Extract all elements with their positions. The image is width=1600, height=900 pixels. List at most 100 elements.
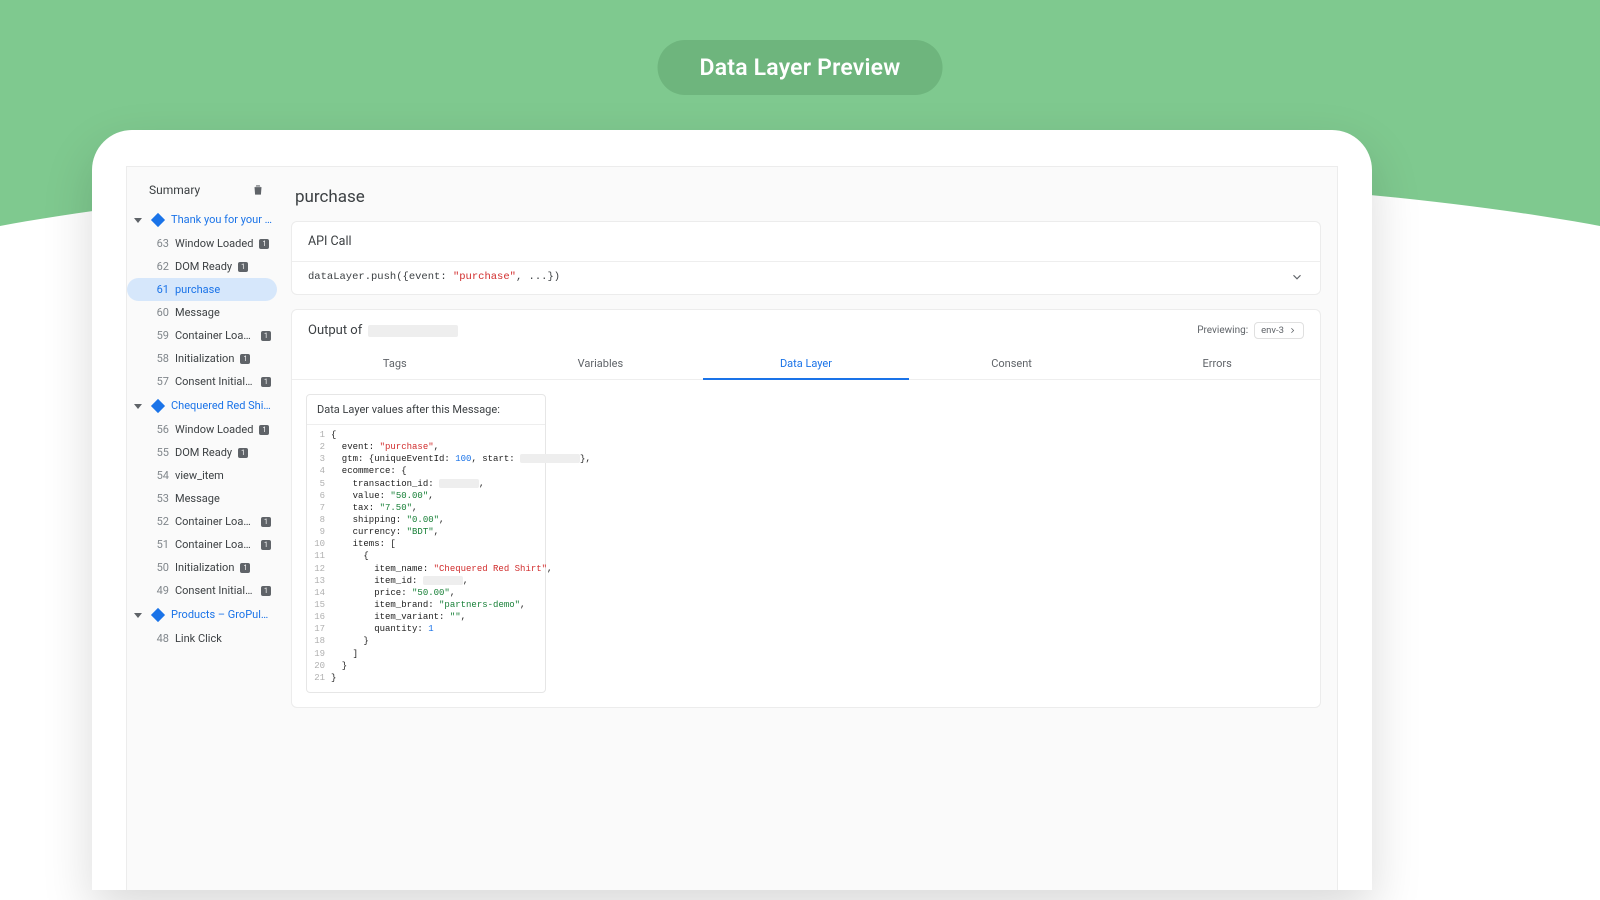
caret-down-icon — [133, 610, 143, 620]
clear-icon[interactable] — [251, 183, 265, 197]
code-line: 12 item_name: "Chequered Red Shirt", — [309, 563, 539, 575]
device-frame: Summary Thank you for your pur… 63Window … — [92, 130, 1372, 890]
code-content: } — [331, 660, 347, 672]
sidebar-event[interactable]: 61purchase — [127, 278, 277, 301]
event-name: Window Loaded — [175, 237, 253, 250]
sidebar-group[interactable]: Thank you for your pur… — [127, 207, 277, 232]
tab-data-layer[interactable]: Data Layer — [703, 349, 909, 380]
code-content: currency: "BDT", — [331, 526, 439, 538]
code-line: 1{ — [309, 429, 539, 441]
sidebar-event[interactable]: 55DOM Ready1 — [127, 441, 277, 464]
line-number: 2 — [309, 441, 331, 453]
main-panel: purchase API Call dataLayer.push({event:… — [277, 167, 1337, 890]
line-number: 6 — [309, 490, 331, 502]
sidebar-event[interactable]: 62DOM Ready1 — [127, 255, 277, 278]
sidebar-event[interactable]: 49Consent Initialization1 — [127, 579, 277, 602]
event-index: 56 — [153, 423, 169, 436]
event-name: Consent Initialization — [175, 584, 255, 597]
event-badge: 1 — [259, 425, 269, 435]
previewing-label: Previewing: — [1197, 325, 1248, 336]
sidebar: Summary Thank you for your pur… 63Window … — [127, 167, 277, 890]
sidebar-event[interactable]: 57Consent Initialization1 — [127, 370, 277, 393]
sidebar-event[interactable]: 53Message — [127, 487, 277, 510]
page-icon — [151, 212, 165, 226]
line-number: 7 — [309, 502, 331, 514]
event-name: Link Click — [175, 632, 222, 645]
api-code-suffix: , ...}) — [516, 271, 560, 283]
api-code-event: "purchase" — [453, 271, 516, 283]
summary-header[interactable]: Summary — [127, 177, 277, 207]
event-index: 62 — [153, 260, 169, 273]
code-content: } — [331, 672, 336, 684]
event-name: Message — [175, 306, 220, 319]
code-content: tax: "7.50", — [331, 502, 417, 514]
redacted-value — [423, 576, 463, 585]
tab-variables[interactable]: Variables — [498, 349, 704, 379]
event-name: Container Loaded — [175, 515, 255, 528]
event-badge: 1 — [261, 517, 271, 527]
data-layer-code[interactable]: 1{2 event: "purchase",3 gtm: {uniqueEven… — [307, 424, 545, 692]
code-line: 9 currency: "BDT", — [309, 526, 539, 538]
tab-errors[interactable]: Errors — [1114, 349, 1320, 379]
event-name: Consent Initialization — [175, 375, 255, 388]
hero-title-badge: Data Layer Preview — [658, 40, 943, 95]
sidebar-event[interactable]: 52 Container Loaded 1 — [127, 510, 277, 533]
event-name: view_item — [175, 469, 224, 482]
event-name: Initialization — [175, 352, 234, 365]
caret-down-icon — [133, 401, 143, 411]
env-chip[interactable]: env-3 — [1254, 322, 1304, 339]
code-line: 2 event: "purchase", — [309, 441, 539, 453]
sidebar-event[interactable]: 50Initialization1 — [127, 556, 277, 579]
code-content: item_name: "Chequered Red Shirt", — [331, 563, 552, 575]
line-number: 4 — [309, 465, 331, 477]
sidebar-group-title: Thank you for your pur… — [171, 213, 273, 226]
code-content: shipping: "0.00", — [331, 514, 444, 526]
sidebar-event[interactable]: 63Window Loaded1 — [127, 232, 277, 255]
sidebar-event[interactable]: 59Container Loaded1 — [127, 324, 277, 347]
sidebar-group[interactable]: Products – GroPulse A… — [127, 602, 277, 627]
event-index: 60 — [153, 306, 169, 319]
sidebar-event[interactable]: 54view_item — [127, 464, 277, 487]
code-line: 5 transaction_id: , — [309, 478, 539, 490]
tab-consent[interactable]: Consent — [909, 349, 1115, 379]
output-header: Output of Previewing: env-3 — [292, 310, 1320, 343]
sidebar-event[interactable]: 56 Window Loaded 1 — [127, 418, 277, 441]
event-name: Initialization — [175, 561, 234, 574]
sidebar-group-title: Chequered Red Shirt – … — [171, 399, 273, 412]
sidebar-event[interactable]: 60 Message — [127, 301, 277, 324]
code-content: gtm: {uniqueEventId: 100, start: }, — [331, 453, 591, 465]
sidebar-event[interactable]: 58Initialization1 — [127, 347, 277, 370]
event-index: 52 — [153, 515, 169, 528]
api-call-body[interactable]: dataLayer.push({event: "purchase", ...}) — [292, 262, 1320, 294]
line-number: 20 — [309, 660, 331, 672]
line-number: 15 — [309, 599, 331, 611]
event-name: DOM Ready — [175, 446, 232, 459]
code-line: 16 item_variant: "", — [309, 611, 539, 623]
tab-tags[interactable]: Tags — [292, 349, 498, 379]
line-number: 5 — [309, 478, 331, 490]
page-icon — [151, 398, 165, 412]
event-index: 48 — [153, 632, 169, 645]
code-line: 17 quantity: 1 — [309, 623, 539, 635]
event-badge: 1 — [238, 448, 248, 458]
code-content: value: "50.00", — [331, 490, 434, 502]
line-number: 11 — [309, 550, 331, 562]
output-tabs: TagsVariablesData LayerConsentErrors — [292, 349, 1320, 380]
chevron-down-icon[interactable] — [1290, 270, 1304, 284]
event-name: Container Loaded — [175, 538, 255, 551]
event-name: Message — [175, 492, 220, 505]
event-name: Window Loaded — [175, 423, 253, 436]
previewing-env[interactable]: Previewing: env-3 — [1197, 322, 1304, 339]
line-number: 9 — [309, 526, 331, 538]
code-line: 20 } — [309, 660, 539, 672]
api-call-card: API Call dataLayer.push({event: "purchas… — [291, 221, 1321, 295]
code-line: 15 item_brand: "partners-demo", — [309, 599, 539, 611]
sidebar-event[interactable]: 51Container Loaded1 — [127, 533, 277, 556]
sidebar-group[interactable]: Chequered Red Shirt – … — [127, 393, 277, 418]
sidebar-group-title: Products – GroPulse A… — [171, 608, 273, 621]
sidebar-event[interactable]: 48 Link Click — [127, 627, 277, 650]
line-number: 10 — [309, 538, 331, 550]
code-line: 7 tax: "7.50", — [309, 502, 539, 514]
code-line: 21} — [309, 672, 539, 684]
event-name: DOM Ready — [175, 260, 232, 273]
